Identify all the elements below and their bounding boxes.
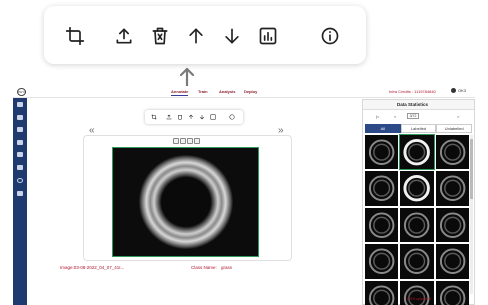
thumbnail[interactable] <box>435 280 469 305</box>
info-icon[interactable] <box>228 113 236 121</box>
upload-status: 100% uploaded <box>406 297 431 301</box>
user-name: OK3 <box>458 88 467 93</box>
chart-icon[interactable] <box>209 113 217 121</box>
delete-icon[interactable] <box>176 113 184 121</box>
thumbnail[interactable] <box>365 244 399 279</box>
logo-text: PHYS <box>18 90 27 94</box>
pager-page[interactable]: 3/72 <box>407 113 419 119</box>
pager-first-button[interactable]: |< <box>376 114 379 119</box>
thumbnail[interactable] <box>400 244 434 279</box>
arrow-up-icon[interactable] <box>187 113 195 121</box>
dataset-icon[interactable] <box>17 127 23 132</box>
tab-train[interactable]: Train <box>198 89 208 94</box>
crop-icon[interactable] <box>150 113 158 121</box>
top-navigation-bar: PHYS Annotate Train Analysis Deploy Infr… <box>13 86 475 98</box>
reset-icon[interactable] <box>194 138 200 144</box>
class-name-label: Class Name: <box>191 265 217 270</box>
crop-icon[interactable] <box>63 24 87 48</box>
thumbnail[interactable] <box>400 171 434 206</box>
help-icon[interactable] <box>17 178 23 183</box>
thumbnail[interactable] <box>435 135 469 170</box>
info-icon[interactable] <box>318 24 342 48</box>
thumbnail[interactable] <box>400 207 434 243</box>
filter-all[interactable]: All <box>365 124 401 133</box>
upload-icon[interactable] <box>165 113 173 121</box>
image-actions <box>173 138 200 144</box>
filter-labelled[interactable]: Labelled <box>400 124 437 133</box>
arrow-up-icon[interactable] <box>184 24 208 48</box>
main-image[interactable] <box>112 147 259 257</box>
scrollbar-thumb[interactable] <box>470 139 473 199</box>
grid-icon[interactable] <box>17 152 23 157</box>
image-name: Image:03-08-2022_04_07_41I... <box>60 265 125 270</box>
pager: |< < 3/72 > <box>363 112 474 121</box>
user-avatar-icon <box>451 88 456 93</box>
thumbnail[interactable] <box>435 244 469 279</box>
zoom-out-icon[interactable] <box>180 138 186 144</box>
tab-analysis[interactable]: Analysis <box>219 89 235 94</box>
delete-icon[interactable] <box>148 24 172 48</box>
class-name-value: grass <box>221 265 233 270</box>
pager-next-button[interactable]: > <box>457 114 459 119</box>
user-menu[interactable]: OK3 <box>451 88 466 93</box>
zoomed-toolbar <box>44 6 366 64</box>
panel-title: Data Statistics <box>397 102 429 107</box>
tab-annotate[interactable]: Annotate <box>171 89 189 96</box>
home-icon[interactable] <box>17 115 23 120</box>
sidebar <box>13 98 27 305</box>
report-icon[interactable] <box>17 165 23 170</box>
thumbnail[interactable] <box>399 133 435 171</box>
thumbnail[interactable] <box>435 207 469 243</box>
thumbnail[interactable] <box>365 280 399 305</box>
scrollbar[interactable] <box>470 135 473 294</box>
app-window: PHYS Annotate Train Analysis Deploy Infr… <box>0 0 488 305</box>
filter-unlabelled[interactable]: Unlabelled <box>436 124 473 133</box>
thumbnail[interactable] <box>435 171 469 206</box>
fit-icon[interactable] <box>187 138 193 144</box>
model-icon[interactable] <box>17 140 23 145</box>
arrow-down-icon[interactable] <box>198 113 206 121</box>
thumbnail[interactable] <box>365 207 399 243</box>
panel-header[interactable]: Data Statistics <box>363 100 474 110</box>
chart-icon[interactable] <box>256 24 280 48</box>
settings-icon[interactable] <box>17 191 23 196</box>
tab-deploy[interactable]: Deploy <box>244 89 257 94</box>
zoom-in-icon[interactable] <box>173 138 179 144</box>
data-panel: Data Statistics |< < 3/72 > All Labelled… <box>362 99 475 305</box>
arrow-down-icon[interactable] <box>220 24 244 48</box>
credits-text: Infra Credits : 1119784840 <box>389 89 436 94</box>
image-toolbar <box>145 110 243 124</box>
thumbnail-grid <box>365 133 469 305</box>
thumbnail[interactable] <box>400 280 434 305</box>
thumbnail[interactable] <box>365 171 399 206</box>
thumbnail[interactable] <box>365 135 399 170</box>
upload-icon[interactable] <box>112 24 136 48</box>
expand-icon[interactable] <box>17 102 23 107</box>
pager-prev-button[interactable]: < <box>394 114 396 119</box>
filter-tabs: All Labelled Unlabelled <box>365 124 473 133</box>
